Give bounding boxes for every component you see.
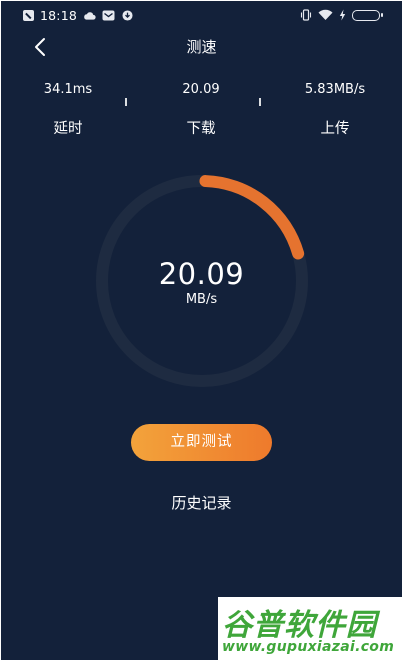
- history-link[interactable]: 历史记录: [1, 492, 402, 513]
- upload-label: 上传: [320, 121, 350, 137]
- mail-icon: [102, 10, 115, 20]
- watermark: 谷普软件园 www.gupuxiazai.com: [218, 597, 402, 660]
- notification-box-icon: [23, 9, 34, 21]
- cloud-icon: [84, 11, 96, 20]
- watermark-url: www.gupuxiazai.com: [222, 639, 395, 655]
- wifi-icon: [318, 9, 333, 20]
- latency-value: 34.1ms: [43, 82, 93, 97]
- gauge-speed-unit: MB/s: [185, 292, 218, 307]
- stat-divider: [125, 98, 127, 106]
- download-label: 下载: [186, 121, 216, 137]
- battery-icon: [352, 9, 383, 21]
- upload-value: 5.83MB/s: [304, 82, 366, 97]
- charging-icon: [339, 9, 346, 21]
- watermark-logo: 谷普软件园: [222, 608, 377, 643]
- latency-label: 延时: [53, 121, 83, 137]
- stat-divider: [259, 98, 261, 106]
- status-bar: 18:18: [1, 1, 402, 29]
- status-right: [300, 7, 383, 23]
- start-test-button[interactable]: 立即测试: [131, 424, 272, 461]
- vibrate-icon: [300, 9, 312, 21]
- status-time: 18:18: [40, 7, 78, 23]
- gauge-speed-value: 20.09: [158, 257, 245, 291]
- app-screen: 18:18 测速 34.1ms 延时 20.09 下载 5.83MB/s 上传 …: [1, 1, 402, 660]
- download-value: 20.09: [182, 82, 220, 97]
- stat-download: 20.09 下载: [141, 81, 261, 139]
- stat-latency: 34.1ms 延时: [8, 81, 128, 139]
- stat-upload: 5.83MB/s 上传: [275, 81, 395, 139]
- download-icon: [122, 9, 133, 21]
- page-title: 测速: [186, 38, 217, 56]
- status-left: 18:18: [23, 7, 134, 23]
